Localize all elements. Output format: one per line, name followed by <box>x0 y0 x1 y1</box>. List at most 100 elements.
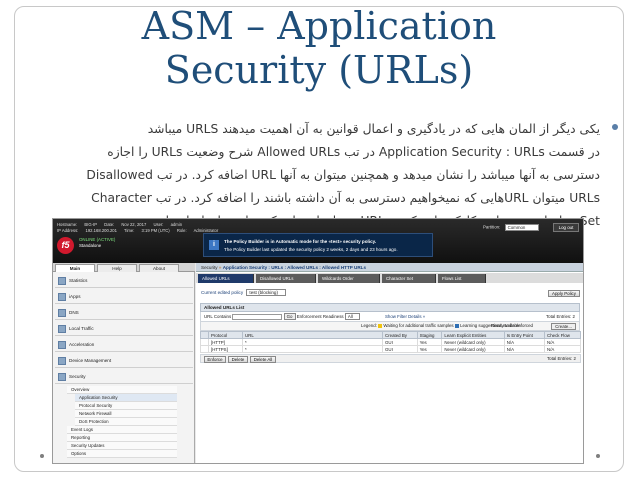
nav-item-network-firewall[interactable]: Network Firewall <box>75 410 177 418</box>
main-content: Security » Application Security : URLs :… <box>196 263 583 463</box>
partition-label: Partition: <box>483 224 501 230</box>
tab-allowed-urls[interactable]: Allowed URLs <box>198 274 254 283</box>
total-entries: Total Entries: 2 <box>545 314 575 319</box>
slide-title-line-1: ASM – Application <box>141 4 497 48</box>
enforce-button[interactable]: Enforce <box>204 356 226 363</box>
nav-item-application-security[interactable]: Application Security <box>75 394 177 402</box>
logout-button[interactable]: Log out <box>553 223 579 232</box>
edited-policy-label: Current edited policy <box>201 290 244 295</box>
table-header-row: Protocol URL Created By Staging Learn Ex… <box>200 331 581 339</box>
user-label: User: <box>153 222 164 227</box>
tab-character-set[interactable]: Character Set <box>382 274 436 283</box>
breadcrumb-root[interactable]: Security <box>201 265 218 270</box>
url-contains-input[interactable] <box>232 313 283 320</box>
tab-disallowed-urls[interactable]: Disallowed URLs <box>256 274 316 283</box>
edited-policy-bar: Current edited policy test (blocking) <box>196 287 583 299</box>
enforcement-readiness-select[interactable]: All <box>344 313 360 320</box>
cell-learn-explicit: Never (wildcard only) <box>441 338 505 346</box>
legend-label: Legend: <box>361 323 377 328</box>
tab-help[interactable]: Help <box>97 264 137 272</box>
row-checkbox[interactable] <box>200 345 209 353</box>
go-button[interactable]: Go <box>283 313 296 320</box>
nav-label: Statistics <box>69 278 88 283</box>
slide-title-line-2: Security (URLs) <box>164 48 474 92</box>
nav-device-management[interactable]: Device Management <box>55 354 193 368</box>
tab-about[interactable]: About <box>139 264 179 272</box>
nav-item-security-updates[interactable]: Security Updates <box>67 442 177 450</box>
url-filter-row: URL Contains Go Enforcement Readiness Al… <box>200 312 580 322</box>
table-actions: Enforce Delete Delete All Total Entries:… <box>200 354 581 363</box>
info-icon: i <box>209 240 219 250</box>
slide-bullet-text: یکی دیگر از المان هایی که در یادگیری و ا… <box>38 118 600 233</box>
table-row[interactable]: [HTTPS] * GUI Yes Never (wildcard only) … <box>200 345 581 353</box>
local-traffic-icon <box>58 325 66 333</box>
col-check-flow[interactable]: Check Flow <box>544 331 581 339</box>
breadcrumb-separator: » <box>218 265 222 270</box>
partition-select[interactable]: Common <box>504 224 539 231</box>
left-navigation: Statistics iApps DNS Local Traffic Accel… <box>53 272 195 463</box>
tab-wildcards-order[interactable]: Wildcards Order <box>318 274 380 283</box>
embedded-screenshot: Hostname: BIG-IP Date: Nov 22, 2017 User… <box>52 218 584 464</box>
cell-created-by: GUI <box>382 338 418 346</box>
col-protocol[interactable]: Protocol <box>208 331 243 339</box>
device-management-icon <box>58 357 66 365</box>
url-tabs: Allowed URLs Disallowed URLs Wildcards O… <box>196 273 583 283</box>
bullet-line: در قسمت Application Security : URLs در ت… <box>107 145 600 159</box>
slide-corner-dot <box>40 454 44 458</box>
col-created-by[interactable]: Created By <box>382 331 418 339</box>
legend-waiting: Waiting for additional traffic samples <box>383 323 454 328</box>
ip-label: IP Address: <box>57 228 79 233</box>
select-all-checkbox[interactable] <box>200 331 209 339</box>
cell-staging: Yes <box>416 338 443 346</box>
cell-protocol: [HTTPS] <box>208 345 243 353</box>
nav-statistics[interactable]: Statistics <box>55 274 193 288</box>
breadcrumb: Security » Application Security : URLs :… <box>196 263 583 272</box>
nav-item-protocol-security[interactable]: Protocol Security <box>75 402 177 410</box>
col-learn-explicit[interactable]: Learn Explicit Entities <box>441 331 505 339</box>
nav-item-dos-protection[interactable]: DoS Protection <box>75 418 177 426</box>
allowed-urls-panel-title: Allowed URLs List <box>200 303 580 312</box>
edited-policy-select[interactable]: test (blocking) <box>246 289 287 297</box>
legend-toolbar: Legend: Waiting for additional traffic s… <box>200 322 580 331</box>
bullet-marker <box>612 124 618 130</box>
nav-iapps[interactable]: iApps <box>55 290 193 304</box>
create-button[interactable]: Create... <box>551 323 576 330</box>
f5-logo-icon: f5 <box>57 237 74 254</box>
col-entry-point[interactable]: Is Entry Point <box>503 331 546 339</box>
breadcrumb-path[interactable]: Application Security : URLs : Allowed UR… <box>223 265 366 270</box>
hostname-value: BIG-IP <box>84 222 97 227</box>
nav-item-reporting[interactable]: Reporting <box>67 434 177 442</box>
delete-button[interactable]: Delete <box>228 356 248 363</box>
cell-url[interactable]: * <box>242 345 383 353</box>
show-filter-details-link[interactable]: Show Filter Details » <box>385 314 425 319</box>
cell-check-flow: N/A <box>544 345 581 353</box>
role-label: Role: <box>176 228 187 233</box>
nav-item-options[interactable]: Options <box>67 450 177 458</box>
delete-all-button[interactable]: Delete All <box>250 356 276 363</box>
tab-main[interactable]: Main <box>55 264 95 272</box>
col-url[interactable]: URL <box>242 331 383 339</box>
allowed-urls-table: Protocol URL Created By Staging Learn Ex… <box>200 331 581 353</box>
row-checkbox[interactable] <box>200 338 209 346</box>
nav-security[interactable]: Security <box>55 370 193 384</box>
notice-line-1: The Policy Builder is in Automatic mode … <box>224 239 377 244</box>
cell-entry-point: N/A <box>503 345 546 353</box>
ip-value: 192.168.200.201 <box>85 228 117 233</box>
waiting-icon <box>378 323 383 328</box>
cell-created-by: GUI <box>382 345 418 353</box>
nav-acceleration[interactable]: Acceleration <box>55 338 193 352</box>
host-info: Hostname: BIG-IP Date: Nov 22, 2017 User… <box>57 222 224 234</box>
policy-builder-notice: i The Policy Builder is in Automatic mod… <box>203 233 433 257</box>
cell-url[interactable]: * <box>242 338 383 346</box>
tab-flows-list[interactable]: Flows List <box>438 274 486 283</box>
nav-dns[interactable]: DNS <box>55 306 193 320</box>
nav-item-event-logs[interactable]: Event Logs <box>67 426 177 434</box>
cell-check-flow: N/A <box>544 338 581 346</box>
col-staging[interactable]: Staging <box>416 331 443 339</box>
nav-local-traffic[interactable]: Local Traffic <box>55 322 193 336</box>
cell-entry-point: N/A <box>503 338 546 346</box>
nav-item-overview[interactable]: Overview <box>67 386 177 394</box>
nav-label: iApps <box>69 294 81 299</box>
apply-policy-button[interactable]: Apply Policy <box>548 290 580 297</box>
table-row[interactable]: [HTTP] * GUI Yes Never (wildcard only) N… <box>200 338 581 346</box>
